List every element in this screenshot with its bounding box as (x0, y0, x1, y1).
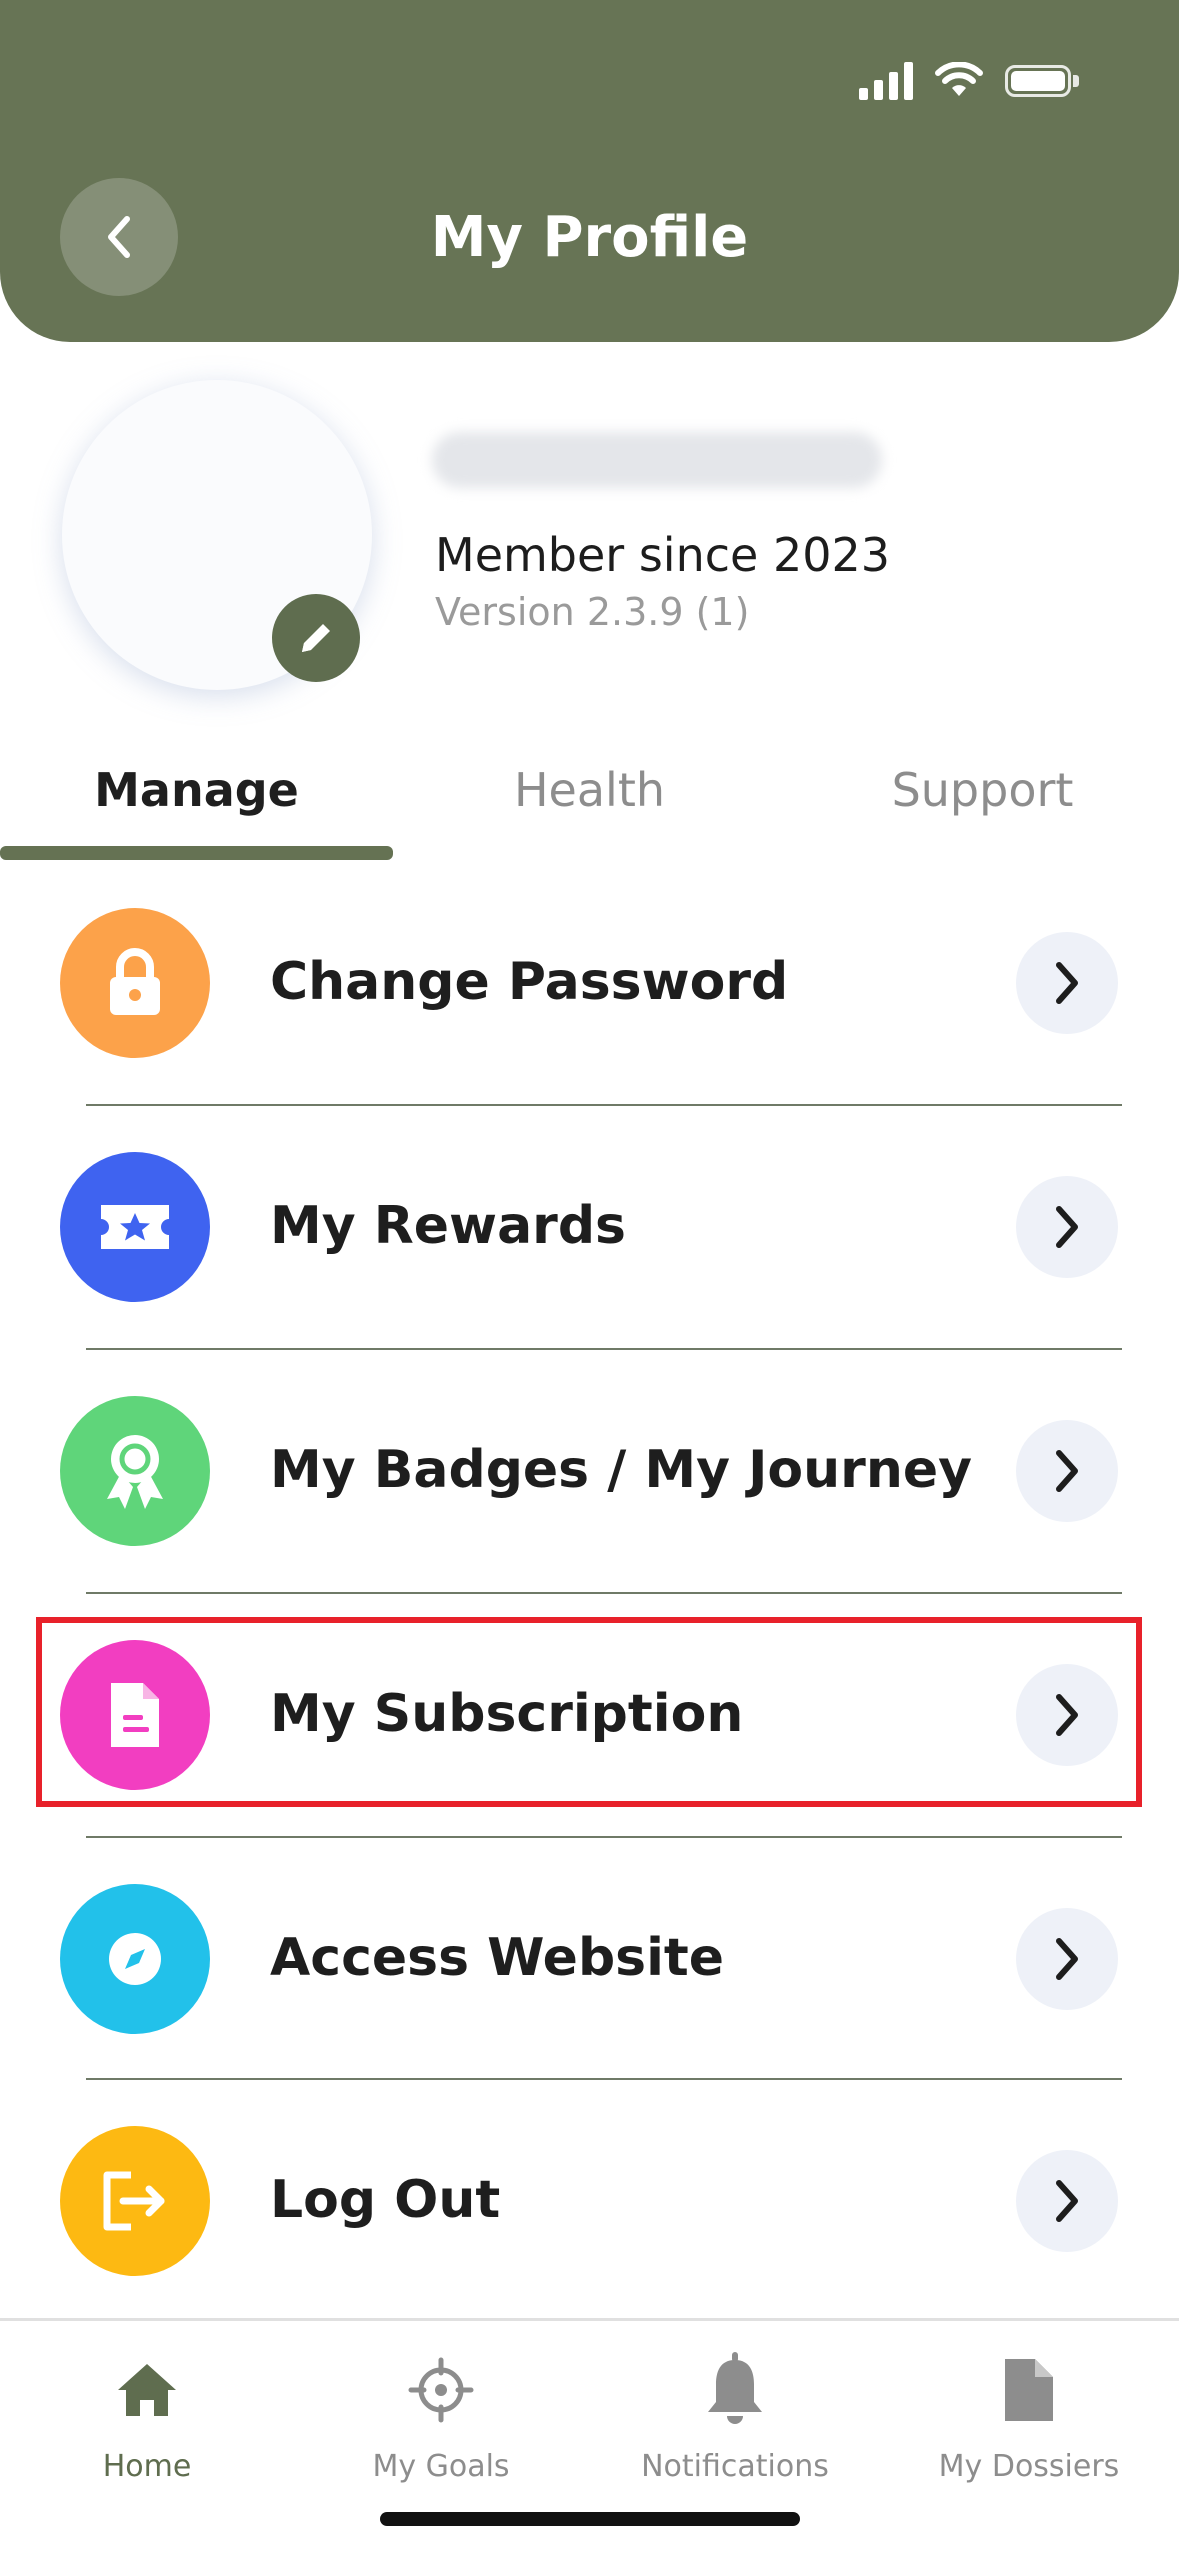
nav-home[interactable]: Home (0, 2321, 294, 2521)
menu-item-label: My Rewards (270, 1196, 627, 1256)
menu-item-label: Log Out (270, 2170, 501, 2230)
pencil-icon (302, 624, 330, 652)
page-title: My Profile (430, 205, 749, 270)
menu-item-access-website[interactable]: Access Website (0, 1838, 1179, 2080)
cellular-signal-icon (859, 62, 913, 100)
chevron-right-icon (1056, 1450, 1078, 1492)
highlight-box (36, 1617, 1142, 1807)
file-icon (1005, 2359, 1053, 2421)
tab-support[interactable]: Support (786, 756, 1179, 860)
menu-item-label: Access Website (270, 1928, 725, 1988)
award-icon (60, 1396, 210, 1546)
menu-item-log-out[interactable]: Log Out (0, 2080, 1179, 2322)
chevron-right-button[interactable] (1016, 2150, 1118, 2252)
nav-my-dossiers[interactable]: My Dossiers (882, 2321, 1176, 2521)
target-icon (408, 2357, 474, 2423)
chevron-right-icon (1056, 2180, 1078, 2222)
chevron-right-icon (1056, 1938, 1078, 1980)
user-name-blurred (432, 432, 882, 488)
tab-manage[interactable]: Manage (0, 756, 393, 860)
nav-label: My Dossiers (938, 2449, 1120, 2484)
menu-item-label: Change Password (270, 952, 789, 1012)
member-since-text: Member since 2023 (435, 528, 891, 582)
bell-icon (708, 2352, 762, 2424)
nav-label: Notifications (641, 2449, 829, 2484)
edit-avatar-button[interactable] (272, 594, 360, 682)
nav-label: My Goals (372, 2449, 510, 2484)
chevron-right-icon (1056, 962, 1078, 1004)
ticket-star-icon (60, 1152, 210, 1302)
chevron-right-button[interactable] (1016, 1176, 1118, 1278)
home-icon (118, 2364, 176, 2416)
menu-item-my-rewards[interactable]: My Rewards (0, 1106, 1179, 1348)
chevron-right-icon (1056, 1206, 1078, 1248)
profile-tabs: Manage Health Support (0, 756, 1179, 860)
nav-notifications[interactable]: Notifications (588, 2321, 882, 2521)
lock-icon (60, 908, 210, 1058)
tab-health[interactable]: Health (393, 756, 786, 860)
chevron-right-button[interactable] (1016, 1908, 1118, 2010)
home-indicator (380, 2512, 800, 2526)
menu-item-my-badges[interactable]: My Badges / My Journey (0, 1350, 1179, 1592)
battery-icon (1005, 65, 1071, 97)
menu-item-label: My Badges / My Journey (270, 1440, 972, 1500)
chevron-right-button[interactable] (1016, 932, 1118, 1034)
app-version-text: Version 2.3.9 (1) (435, 590, 750, 634)
menu-item-change-password[interactable]: Change Password (0, 862, 1179, 1104)
chevron-right-button[interactable] (1016, 1420, 1118, 1522)
status-bar (859, 62, 1079, 100)
header-bar: My Profile (0, 0, 1179, 342)
wifi-icon (935, 62, 983, 96)
nav-label: Home (102, 2449, 192, 2484)
logout-icon (60, 2126, 210, 2276)
compass-icon (60, 1884, 210, 2034)
active-tab-indicator (0, 846, 393, 860)
nav-my-goals[interactable]: My Goals (294, 2321, 588, 2521)
